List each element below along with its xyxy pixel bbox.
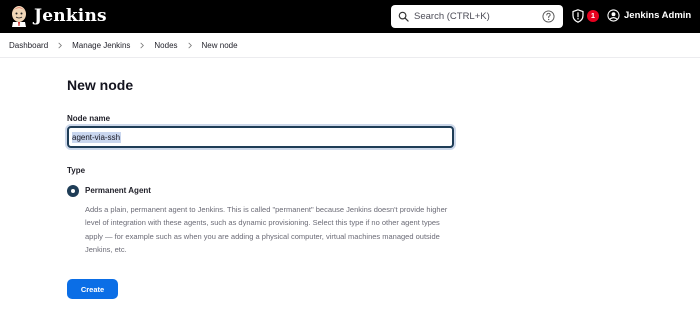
search-box[interactable] [391, 5, 563, 28]
create-button[interactable]: Create [67, 279, 118, 299]
search-icon [398, 11, 409, 22]
search-input[interactable] [414, 8, 534, 25]
chevron-right-icon [187, 42, 192, 48]
type-label: Type [67, 166, 86, 175]
breadcrumb-nodes[interactable]: Nodes [154, 41, 177, 50]
breadcrumb-new-node[interactable]: New node [202, 41, 238, 50]
permanent-agent-radio[interactable] [67, 185, 79, 197]
shield-icon [572, 9, 584, 23]
node-name-label: Node name [67, 114, 111, 123]
main-content: New node Node name agent-via-ssh Type Pe… [0, 58, 700, 315]
breadcrumb-manage-jenkins[interactable]: Manage Jenkins [72, 41, 130, 50]
brand-name: Jenkins [34, 6, 107, 26]
user-icon [607, 9, 620, 22]
permanent-agent-label[interactable]: Permanent Agent [85, 186, 151, 195]
user-name: Jenkins Admin [624, 10, 692, 21]
notification-badge: 1 [587, 10, 599, 22]
permanent-agent-description: Adds a plain, permanent agent to Jenkins… [85, 205, 448, 255]
breadcrumb-dashboard[interactable]: Dashboard [9, 41, 48, 50]
page-title: New node [67, 77, 134, 93]
top-header: Jenkins 1 Jenkins Admin [0, 0, 700, 33]
chevron-right-icon [58, 42, 63, 48]
jenkins-butler-icon [12, 6, 26, 27]
breadcrumb: Dashboard Manage Jenkins Nodes New node [0, 33, 700, 58]
chevron-right-icon [140, 42, 145, 48]
security-alerts[interactable]: 1 [572, 9, 600, 25]
help-icon[interactable] [542, 10, 555, 23]
user-menu[interactable]: Jenkins Admin [607, 9, 691, 22]
node-name-input[interactable] [67, 126, 454, 148]
jenkins-logo[interactable]: Jenkins [9, 5, 107, 27]
